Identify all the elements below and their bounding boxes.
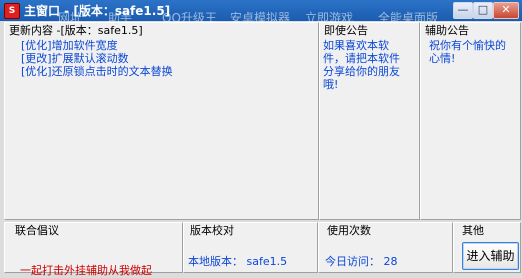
aux-notice-text: 祝你有个愉快的 心情! [429,39,506,65]
close-button[interactable]: ✕ [493,2,519,19]
local-version-label: 本地版本： [188,255,243,268]
ad-notice-line: 哦! [323,78,339,91]
ad-notice-title: 即使公告 [324,24,368,37]
ad-notice-line: 件，请把本软件 [323,52,400,65]
ad-notice-panel: 即使公告 如果喜欢本软 件，请把本软件 分享给你的朋友 哦! [319,22,420,220]
update-list: [优化]增加软件宽度 [更改]扩展默认滚动数 [优化]还原锁点击时的文本替换 [21,39,173,78]
version-panel: 版本校对 本地版本： safe1.5 [183,222,318,273]
window-title: 主窗口 - [版本：safe1.5] [24,4,171,18]
update-panel-title: 更新内容 -[版本：safe1.5] [9,24,143,37]
aux-notice-panel: 辅助公告 祝你有个愉快的 心情! [420,22,521,220]
update-item: [更改]扩展默认滚动数 [21,52,129,65]
minimize-button[interactable]: — [453,2,473,19]
ad-notice-line: 分享给你的朋友 [323,65,400,78]
aux-notice-title: 辅助公告 [425,24,469,37]
version-title: 版本校对 [190,224,234,237]
enter-assist-button[interactable]: 进入辅助 [462,242,519,270]
update-item: [优化]还原锁点击时的文本替换 [21,65,173,78]
alliance-text: 一起打击外挂辅助从我做起 [20,264,152,277]
update-item: [优化]增加软件宽度 [21,39,118,52]
background-menu-item: 安卓模拟器 [230,11,291,23]
usage-row: 今日访问： 28 [325,255,398,268]
title-bar[interactable]: 网址 助手 QQ升级王 安卓模拟器 立即游戏 全能桌面版 S 主窗口 - [版本… [0,0,522,23]
today-visits-label: 今日访问： [325,255,380,268]
ad-notice-text: 如果喜欢本软 件，请把本软件 分享给你的朋友 哦! [323,39,400,91]
other-title: 其他 [462,224,484,237]
background-menu-item: QQ升级王 [162,11,217,23]
update-panel: 更新内容 -[版本：safe1.5] [优化]增加软件宽度 [更改]扩展默认滚动… [4,22,319,220]
aux-notice-line: 祝你有个愉快的 [429,39,506,52]
today-visits-value: 28 [383,255,398,268]
background-menu-item: 立即游戏 [305,11,354,23]
local-version-value: safe1.5 [246,255,288,268]
usage-title: 使用次数 [327,224,371,237]
maximize-button[interactable]: □ [473,2,493,19]
version-row: 本地版本： safe1.5 [188,255,287,268]
background-menu-item: 全能桌面版 [378,11,439,23]
alliance-title: 联合倡议 [15,224,59,237]
app-icon: S [4,3,20,19]
ad-notice-line: 如果喜欢本软 [323,39,389,52]
usage-panel: 使用次数 今日访问： 28 [318,222,453,273]
aux-notice-line: 心情! [429,52,456,65]
